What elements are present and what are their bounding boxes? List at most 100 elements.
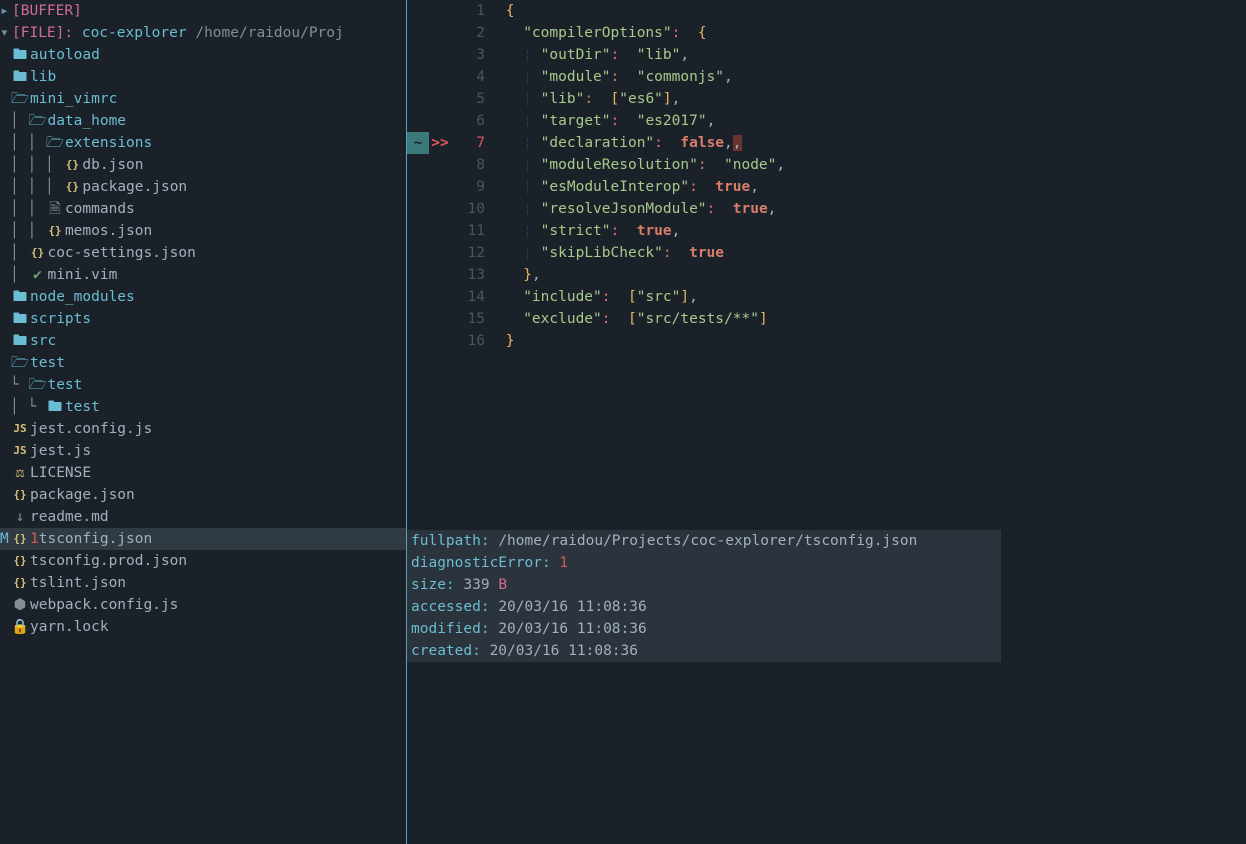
folder-icon: 🖿 <box>10 330 30 352</box>
code-line[interactable]: 3 ¦ "outDir": "lib", <box>407 44 1246 66</box>
tree-folder[interactable]: └ 🗁test <box>0 374 406 396</box>
json-icon: {} <box>62 154 82 176</box>
tree-file[interactable]: │ │ {}memos.json <box>0 220 406 242</box>
tree-folder[interactable]: 🗁test <box>0 352 406 374</box>
info-created: 20/03/16 11:08:36 <box>490 640 638 662</box>
info-diag-label: diagnosticError: <box>411 552 551 574</box>
tree-item-label: extensions <box>65 132 152 154</box>
tree-folder[interactable]: 🖿node_modules <box>0 286 406 308</box>
license-icon: ⚖ <box>10 462 30 484</box>
folder-open-icon: 🗁 <box>27 374 47 396</box>
line-number: 8 <box>451 154 493 176</box>
tree-file[interactable]: ⬢webpack.config.js <box>0 594 406 616</box>
tree-file[interactable]: {}package.json <box>0 484 406 506</box>
tree-file[interactable]: │ │ │ {}package.json <box>0 176 406 198</box>
info-accessed: 20/03/16 11:08:36 <box>498 596 646 618</box>
tree-file[interactable]: │ ✔mini.vim <box>0 264 406 286</box>
tree-folder[interactable]: │ └ 🖿test <box>0 396 406 418</box>
tree-folder[interactable]: 🖿lib <box>0 66 406 88</box>
tree-item-label: tslint.json <box>30 572 126 594</box>
tree-item-label: autoload <box>30 44 100 66</box>
tree-folder[interactable]: 🖿autoload <box>0 44 406 66</box>
code-line[interactable]: 15 "exclude": ["src/tests/**"] <box>407 308 1246 330</box>
json-icon: {} <box>10 550 30 572</box>
folder-icon: 🖿 <box>10 66 30 88</box>
code-editor[interactable]: 1 {2 "compilerOptions": {3 ¦ "outDir": "… <box>407 0 1246 844</box>
md-icon: ↓ <box>10 506 30 528</box>
file-info-panel: fullpath: /home/raidou/Projects/coc-expl… <box>407 530 1001 662</box>
tree-item-label: tsconfig.json <box>39 528 153 550</box>
tree-item-label: package.json <box>82 176 187 198</box>
info-modified: 20/03/16 11:08:36 <box>498 618 646 640</box>
line-number: 15 <box>451 308 493 330</box>
code-line[interactable]: 14 "include": ["src"], <box>407 286 1246 308</box>
code-line[interactable]: 13 }, <box>407 264 1246 286</box>
tree-item-label: test <box>30 352 65 374</box>
tree-file[interactable]: │ {}coc-settings.json <box>0 242 406 264</box>
json-icon: {} <box>10 528 30 550</box>
info-created-label: created: <box>411 640 481 662</box>
folder-open-icon: 🗁 <box>27 110 47 132</box>
info-size-unit: B <box>498 574 507 596</box>
code-area[interactable]: 1 {2 "compilerOptions": {3 ¦ "outDir": "… <box>407 0 1246 352</box>
code-line[interactable]: ~>>7 ¦ "declaration": false,, <box>407 132 1246 154</box>
json-icon: {} <box>10 572 30 594</box>
tree-file[interactable]: 🔒yarn.lock <box>0 616 406 638</box>
tree-file[interactable]: ↓readme.md <box>0 506 406 528</box>
code-line[interactable]: 16 } <box>407 330 1246 352</box>
js-icon: JS <box>10 440 30 462</box>
code-line[interactable]: 4 ¦ "module": "commonjs", <box>407 66 1246 88</box>
code-line[interactable]: 5 ¦ "lib": ["es6"], <box>407 88 1246 110</box>
project-path: /home/raidou/Proj <box>195 22 343 44</box>
file-tree[interactable]: 🖿autoload 🖿lib 🗁mini_vimrc │ 🗁data_home … <box>0 44 406 638</box>
json-icon: {} <box>27 242 47 264</box>
buffer-label: [BUFFER] <box>12 0 82 22</box>
tree-file[interactable]: │ │ 🗎commands <box>0 198 406 220</box>
json-icon: {} <box>10 484 30 506</box>
doc-icon: 🗎 <box>45 198 65 220</box>
buffer-section[interactable]: ▸[BUFFER] <box>0 0 406 22</box>
code-line[interactable]: 2 "compilerOptions": { <box>407 22 1246 44</box>
tree-file[interactable]: JSjest.js <box>0 440 406 462</box>
tree-item-label: data_home <box>47 110 126 132</box>
tree-folder[interactable]: 🖿src <box>0 330 406 352</box>
file-section-header[interactable]: ▾[FILE]: coc-explorer /home/raidou/Proj <box>0 22 406 44</box>
tree-item-label: db.json <box>82 154 143 176</box>
tree-folder[interactable]: 🖿scripts <box>0 308 406 330</box>
project-name: coc-explorer <box>82 22 187 44</box>
tree-file[interactable]: M {}1 tsconfig.json <box>0 528 406 550</box>
code-line[interactable]: 12 ¦ "skipLibCheck": true <box>407 242 1246 264</box>
code-line[interactable]: 8 ¦ "moduleResolution": "node", <box>407 154 1246 176</box>
tree-folder[interactable]: │ 🗁data_home <box>0 110 406 132</box>
line-number: 14 <box>451 286 493 308</box>
lock-icon: 🔒 <box>10 616 30 638</box>
folder-icon: 🖿 <box>10 286 30 308</box>
tree-file[interactable]: {}tslint.json <box>0 572 406 594</box>
tree-file[interactable]: │ │ │ {}db.json <box>0 154 406 176</box>
line-number: 3 <box>451 44 493 66</box>
tree-file[interactable]: JSjest.config.js <box>0 418 406 440</box>
tree-file[interactable]: ⚖LICENSE <box>0 462 406 484</box>
tree-item-label: lib <box>30 66 56 88</box>
tree-item-label: coc-settings.json <box>47 242 195 264</box>
file-explorer[interactable]: ▸[BUFFER] ▾[FILE]: coc-explorer /home/ra… <box>0 0 407 844</box>
code-line[interactable]: 9 ¦ "esModuleInterop": true, <box>407 176 1246 198</box>
line-number: 9 <box>451 176 493 198</box>
code-line[interactable]: 1 { <box>407 0 1246 22</box>
tree-item-label: test <box>65 396 100 418</box>
code-line[interactable]: 10 ¦ "resolveJsonModule": true, <box>407 198 1246 220</box>
tree-item-label: jest.js <box>30 440 91 462</box>
vim-icon: ✔ <box>27 264 47 286</box>
tree-item-label: scripts <box>30 308 91 330</box>
json-icon: {} <box>45 220 65 242</box>
tree-folder[interactable]: │ │ 🗁extensions <box>0 132 406 154</box>
tree-file[interactable]: {}tsconfig.prod.json <box>0 550 406 572</box>
tree-item-label: yarn.lock <box>30 616 109 638</box>
tree-folder[interactable]: 🗁mini_vimrc <box>0 88 406 110</box>
file-label: [FILE]: <box>12 22 73 44</box>
code-line[interactable]: 6 ¦ "target": "es2017", <box>407 110 1246 132</box>
info-fullpath-label: fullpath: <box>411 530 490 552</box>
info-diag: 1 <box>559 552 568 574</box>
code-line[interactable]: 11 ¦ "strict": true, <box>407 220 1246 242</box>
line-number: 13 <box>451 264 493 286</box>
